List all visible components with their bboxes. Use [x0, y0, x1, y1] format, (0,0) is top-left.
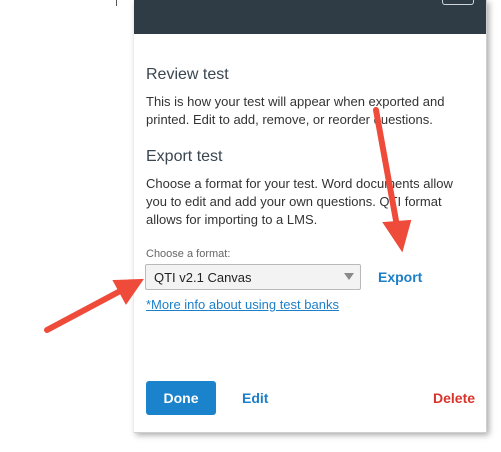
- format-label: Choose a format:: [146, 248, 231, 260]
- done-button[interactable]: Done: [146, 381, 216, 415]
- export-description: Choose a format for your test. Word docu…: [146, 176, 453, 227]
- test-banks-info-link[interactable]: *More info about using test banks: [146, 297, 339, 312]
- panel-header: [134, 0, 486, 34]
- format-select-value: QTI v2.1 Canvas: [154, 270, 252, 285]
- background-pane: [0, 0, 134, 452]
- review-title: Review test: [146, 66, 229, 83]
- export-panel: Review test This is how your test will a…: [134, 0, 487, 433]
- format-select[interactable]: QTI v2.1 Canvas: [145, 264, 361, 290]
- export-title: Export test: [146, 148, 223, 165]
- delete-button[interactable]: Delete: [433, 390, 475, 406]
- header-button[interactable]: [442, 0, 474, 5]
- edit-button[interactable]: Edit: [242, 390, 268, 406]
- export-button[interactable]: Export: [378, 269, 422, 285]
- edge-marker: [116, 0, 117, 6]
- review-description: This is how your test will appear when e…: [146, 94, 445, 127]
- chevron-down-icon: [344, 273, 354, 280]
